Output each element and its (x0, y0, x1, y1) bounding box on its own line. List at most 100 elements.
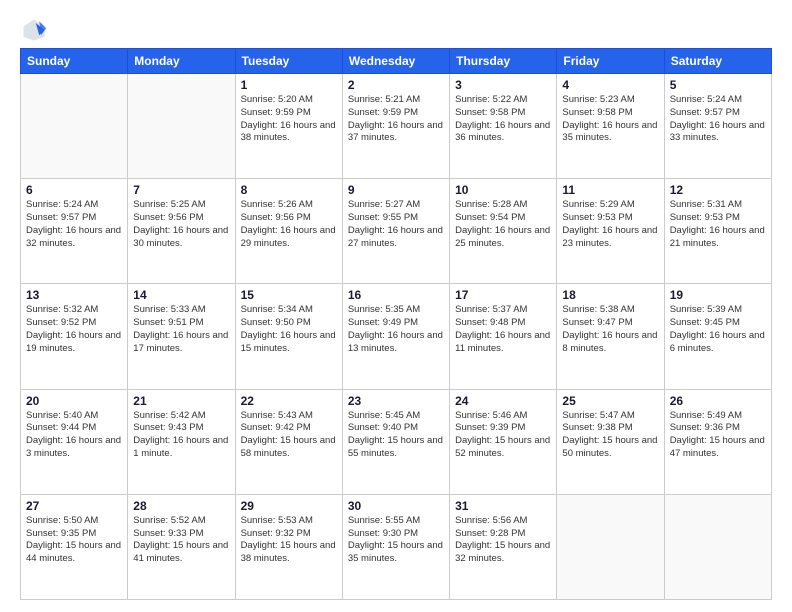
calendar-cell: 29 Sunrise: 5:53 AM Sunset: 9:32 PM Dayli… (235, 494, 342, 599)
day-info: Sunrise: 5:45 AM Sunset: 9:40 PM Dayligh… (348, 410, 444, 461)
calendar-cell: 19 Sunrise: 5:39 AM Sunset: 9:45 PM Dayli… (664, 284, 771, 389)
calendar-cell: 23Sunrise: 5:45 AM Sunset: 9:40 PM Dayli… (342, 389, 449, 494)
day-number: 26 (670, 394, 766, 408)
day-info: Sunrise: 5:35 AM Sunset: 9:49 PM Dayligh… (348, 304, 444, 355)
day-number: 13 (26, 288, 122, 302)
calendar-cell: 8Sunrise: 5:26 AM Sunset: 9:56 PM Daylig… (235, 179, 342, 284)
calendar-cell (664, 494, 771, 599)
day-info: Sunrise: 5:55 AM Sunset: 9:30 PM Dayligh… (348, 515, 444, 566)
calendar-cell: 12 Sunrise: 5:31 AM Sunset: 9:53 PM Dayli… (664, 179, 771, 284)
day-number: 3 (455, 78, 551, 92)
day-number: 30 (348, 499, 444, 513)
day-info: Sunrise: 5:40 AM Sunset: 9:44 PM Dayligh… (26, 410, 122, 461)
day-number: 9 (348, 183, 444, 197)
calendar-cell: 24 Sunrise: 5:46 AM Sunset: 9:39 PM Dayli… (450, 389, 557, 494)
day-number: 15 (241, 288, 337, 302)
day-info: Sunrise: 5:25 AM Sunset: 9:56 PM Dayligh… (133, 199, 229, 250)
day-number: 25 (562, 394, 658, 408)
day-number: 6 (26, 183, 122, 197)
day-number: 18 (562, 288, 658, 302)
calendar-cell (128, 74, 235, 179)
day-number: 12 (670, 183, 766, 197)
day-number: 10 (455, 183, 551, 197)
calendar-cell: 26 Sunrise: 5:49 AM Sunset: 9:36 PM Dayli… (664, 389, 771, 494)
day-number: 7 (133, 183, 229, 197)
day-number: 14 (133, 288, 229, 302)
calendar-cell: 5Sunrise: 5:24 AM Sunset: 9:57 PM Daylig… (664, 74, 771, 179)
day-info: Sunrise: 5:20 AM Sunset: 9:59 PM Dayligh… (241, 94, 337, 145)
day-number: 21 (133, 394, 229, 408)
header (20, 16, 772, 44)
day-number: 27 (26, 499, 122, 513)
day-number: 22 (241, 394, 337, 408)
calendar-cell: 1 Sunrise: 5:20 AM Sunset: 9:59 PM Daylig… (235, 74, 342, 179)
day-number: 31 (455, 499, 551, 513)
day-number: 28 (133, 499, 229, 513)
weekday-header: Sunday (21, 49, 128, 74)
day-info: Sunrise: 5:49 AM Sunset: 9:36 PM Dayligh… (670, 410, 766, 461)
day-info: Sunrise: 5:32 AM Sunset: 9:52 PM Dayligh… (26, 304, 122, 355)
calendar-cell: 13 Sunrise: 5:32 AM Sunset: 9:52 PM Dayli… (21, 284, 128, 389)
calendar-week-row: 13 Sunrise: 5:32 AM Sunset: 9:52 PM Dayli… (21, 284, 772, 389)
page: SundayMondayTuesdayWednesdayThursdayFrid… (0, 0, 792, 612)
calendar-cell: 30 Sunrise: 5:55 AM Sunset: 9:30 PM Dayli… (342, 494, 449, 599)
day-info: Sunrise: 5:27 AM Sunset: 9:55 PM Dayligh… (348, 199, 444, 250)
day-info: Sunrise: 5:29 AM Sunset: 9:53 PM Dayligh… (562, 199, 658, 250)
calendar-week-row: 27Sunrise: 5:50 AM Sunset: 9:35 PM Dayli… (21, 494, 772, 599)
calendar-week-row: 20 Sunrise: 5:40 AM Sunset: 9:44 PM Dayli… (21, 389, 772, 494)
day-number: 4 (562, 78, 658, 92)
weekday-header: Saturday (664, 49, 771, 74)
calendar-cell: 27Sunrise: 5:50 AM Sunset: 9:35 PM Dayli… (21, 494, 128, 599)
logo-icon (20, 16, 48, 44)
day-number: 16 (348, 288, 444, 302)
calendar-cell: 9 Sunrise: 5:27 AM Sunset: 9:55 PM Daylig… (342, 179, 449, 284)
calendar-cell: 25 Sunrise: 5:47 AM Sunset: 9:38 PM Dayli… (557, 389, 664, 494)
day-info: Sunrise: 5:46 AM Sunset: 9:39 PM Dayligh… (455, 410, 551, 461)
day-info: Sunrise: 5:43 AM Sunset: 9:42 PM Dayligh… (241, 410, 337, 461)
calendar-cell: 10 Sunrise: 5:28 AM Sunset: 9:54 PM Dayli… (450, 179, 557, 284)
weekday-header: Monday (128, 49, 235, 74)
calendar-week-row: 6 Sunrise: 5:24 AM Sunset: 9:57 PM Daylig… (21, 179, 772, 284)
weekday-header: Thursday (450, 49, 557, 74)
day-info: Sunrise: 5:38 AM Sunset: 9:47 PM Dayligh… (562, 304, 658, 355)
day-number: 1 (241, 78, 337, 92)
calendar-cell: 14Sunrise: 5:33 AM Sunset: 9:51 PM Dayli… (128, 284, 235, 389)
calendar-cell: 7 Sunrise: 5:25 AM Sunset: 9:56 PM Daylig… (128, 179, 235, 284)
calendar-cell: 15 Sunrise: 5:34 AM Sunset: 9:50 PM Dayli… (235, 284, 342, 389)
calendar-cell: 2Sunrise: 5:21 AM Sunset: 9:59 PM Daylig… (342, 74, 449, 179)
calendar-week-row: 1 Sunrise: 5:20 AM Sunset: 9:59 PM Daylig… (21, 74, 772, 179)
day-number: 19 (670, 288, 766, 302)
day-info: Sunrise: 5:47 AM Sunset: 9:38 PM Dayligh… (562, 410, 658, 461)
calendar-cell: 6 Sunrise: 5:24 AM Sunset: 9:57 PM Daylig… (21, 179, 128, 284)
calendar-cell: 21Sunrise: 5:42 AM Sunset: 9:43 PM Dayli… (128, 389, 235, 494)
logo (20, 16, 52, 44)
day-info: Sunrise: 5:31 AM Sunset: 9:53 PM Dayligh… (670, 199, 766, 250)
day-info: Sunrise: 5:37 AM Sunset: 9:48 PM Dayligh… (455, 304, 551, 355)
weekday-row: SundayMondayTuesdayWednesdayThursdayFrid… (21, 49, 772, 74)
calendar-cell: 18 Sunrise: 5:38 AM Sunset: 9:47 PM Dayli… (557, 284, 664, 389)
day-info: Sunrise: 5:28 AM Sunset: 9:54 PM Dayligh… (455, 199, 551, 250)
day-info: Sunrise: 5:39 AM Sunset: 9:45 PM Dayligh… (670, 304, 766, 355)
day-number: 29 (241, 499, 337, 513)
calendar-cell: 16 Sunrise: 5:35 AM Sunset: 9:49 PM Dayli… (342, 284, 449, 389)
day-number: 24 (455, 394, 551, 408)
day-number: 8 (241, 183, 337, 197)
day-number: 17 (455, 288, 551, 302)
day-number: 5 (670, 78, 766, 92)
weekday-header: Tuesday (235, 49, 342, 74)
calendar-cell: 3Sunrise: 5:22 AM Sunset: 9:58 PM Daylig… (450, 74, 557, 179)
day-info: Sunrise: 5:21 AM Sunset: 9:59 PM Dayligh… (348, 94, 444, 145)
day-info: Sunrise: 5:24 AM Sunset: 9:57 PM Dayligh… (26, 199, 122, 250)
day-info: Sunrise: 5:52 AM Sunset: 9:33 PM Dayligh… (133, 515, 229, 566)
calendar-body: 1 Sunrise: 5:20 AM Sunset: 9:59 PM Daylig… (21, 74, 772, 600)
weekday-header: Friday (557, 49, 664, 74)
calendar-cell (21, 74, 128, 179)
day-info: Sunrise: 5:53 AM Sunset: 9:32 PM Dayligh… (241, 515, 337, 566)
calendar-cell: 31Sunrise: 5:56 AM Sunset: 9:28 PM Dayli… (450, 494, 557, 599)
weekday-header: Wednesday (342, 49, 449, 74)
day-number: 20 (26, 394, 122, 408)
calendar-header: SundayMondayTuesdayWednesdayThursdayFrid… (21, 49, 772, 74)
calendar-cell: 22 Sunrise: 5:43 AM Sunset: 9:42 PM Dayli… (235, 389, 342, 494)
day-info: Sunrise: 5:34 AM Sunset: 9:50 PM Dayligh… (241, 304, 337, 355)
calendar-cell: 4Sunrise: 5:23 AM Sunset: 9:58 PM Daylig… (557, 74, 664, 179)
